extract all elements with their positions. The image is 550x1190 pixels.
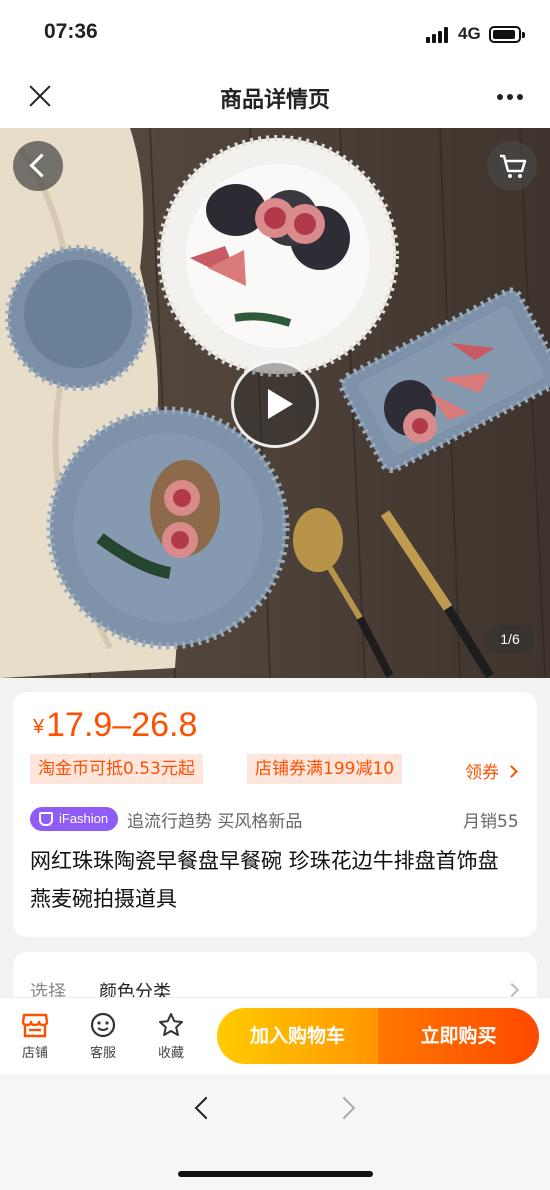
browser-forward-icon[interactable] bbox=[332, 1096, 356, 1120]
service-label: 客服 bbox=[89, 1046, 116, 1061]
home-indicator[interactable] bbox=[178, 1171, 373, 1177]
price-range: 17.9–26.8 bbox=[46, 706, 198, 744]
browser-toolbar bbox=[0, 1074, 550, 1190]
buy-now-button[interactable]: 立即购买 bbox=[378, 1008, 539, 1064]
star-icon bbox=[159, 1013, 183, 1036]
monthly-sales: 月销55 bbox=[463, 812, 519, 832]
network-type: 4G bbox=[458, 24, 481, 43]
more-icon[interactable] bbox=[494, 94, 526, 102]
price: ¥17.9–26.8 bbox=[33, 706, 197, 745]
product-title: 网红珠珠陶瓷早餐盘早餐碗 珍珠花边牛排盘首饰盘 燕麦碗拍摄道具 bbox=[30, 849, 499, 911]
nav-bar: 商品详情页 bbox=[0, 66, 550, 128]
price-card: ¥17.9–26.8 淘金币可抵0.53元起 店铺券满199减10 领券 iFa… bbox=[13, 692, 537, 937]
customer-service-button[interactable]: 客服 bbox=[78, 998, 128, 1061]
chat-smile-icon bbox=[90, 1012, 116, 1038]
status-time: 07:36 bbox=[44, 20, 98, 43]
favorite-button[interactable]: 收藏 bbox=[146, 998, 196, 1061]
store-coupon-tag: 店铺券满199减10 bbox=[247, 754, 403, 784]
product-gallery[interactable]: 1/6 bbox=[0, 128, 550, 678]
add-to-cart-button[interactable]: 加入购物车 bbox=[217, 1008, 378, 1064]
store-icon bbox=[21, 1013, 49, 1038]
cart-icon bbox=[500, 154, 527, 178]
store-label: 店铺 bbox=[21, 1046, 48, 1061]
ifashion-logo-icon bbox=[39, 812, 53, 826]
gallery-page-indicator: 1/6 bbox=[485, 625, 535, 653]
claim-coupon-link[interactable]: 领券 bbox=[465, 758, 518, 783]
chevron-right-icon bbox=[505, 765, 518, 778]
ifashion-badge: iFashion bbox=[30, 807, 118, 831]
brand-slogan: 追流行趋势 买风格新品 bbox=[127, 812, 303, 832]
claim-coupon-label: 领券 bbox=[465, 763, 499, 783]
battery-icon bbox=[489, 26, 525, 43]
browser-back-icon[interactable] bbox=[194, 1096, 218, 1120]
currency-symbol: ¥ bbox=[33, 716, 45, 738]
play-video-button[interactable] bbox=[231, 360, 319, 448]
signal-icon bbox=[426, 27, 450, 43]
page-title: 商品详情页 bbox=[219, 88, 330, 113]
chevron-right-icon bbox=[504, 982, 520, 998]
coin-discount-tag: 淘金币可抵0.53元起 bbox=[30, 754, 203, 784]
favorite-label: 收藏 bbox=[157, 1046, 184, 1061]
store-button[interactable]: 店铺 bbox=[10, 998, 60, 1061]
ifashion-label: iFashion bbox=[59, 811, 109, 826]
action-bar: 店铺 客服 收藏 加入购物车 立即购买 bbox=[0, 997, 550, 1074]
cart-button[interactable] bbox=[487, 141, 537, 191]
status-bar: 07:36 4G bbox=[0, 0, 550, 66]
back-button[interactable] bbox=[13, 141, 63, 191]
